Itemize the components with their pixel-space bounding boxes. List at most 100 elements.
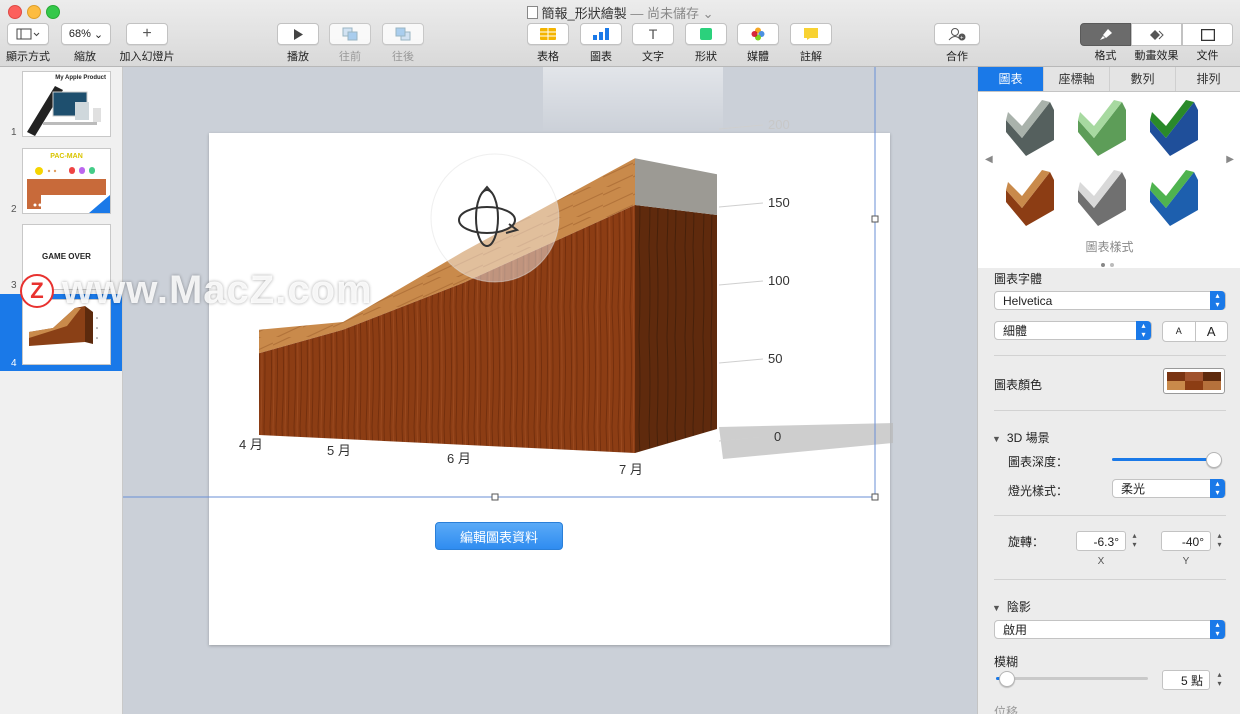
bring-forward[interactable]: 往前 [329,23,371,64]
chart[interactable]: 0 50 100 150 200 4 月 5 月 6 月 7 月 [123,67,977,714]
slide-number-3: 3 [11,280,17,291]
view-button[interactable] [7,23,49,45]
comment-button[interactable] [790,23,832,45]
slide-thumb-image-1: My Apple Product [22,71,111,137]
x-category-label: 7 月 [619,462,643,477]
slide-thumbnail-2[interactable]: PAC-MAN 2 [0,145,122,217]
chart-styles-label: 圖表樣式 [1085,240,1134,254]
font-weight-select[interactable]: 細體 ▴ ▾ [994,321,1152,340]
shadow-header[interactable]: ▼ 陰影 [992,598,1031,615]
rotation-x-stepper[interactable]: ▴ ▾ [1129,531,1140,551]
document-button[interactable] [1182,23,1233,46]
x-category-label: 6 月 [447,451,471,466]
tab-axis[interactable]: 座標軸 [1044,67,1110,91]
collaborate-icon: + [948,28,966,41]
chart-style-1[interactable] [1006,100,1054,156]
chart-style-6[interactable] [1150,170,1198,226]
add-slide[interactable]: + 加入幻燈片 [118,23,176,64]
collaborate-button[interactable]: + [934,23,980,45]
plus-icon: + [142,25,152,42]
chart-colors-picker[interactable] [1163,368,1225,394]
format-inspector: 圖表 座標軸 數列 排列 ◀ ▶ 圖表樣式 圖表字體 Helvetica ▴ ▾ … [977,67,1240,714]
insert-media[interactable]: 媒體 [737,23,779,64]
chart-style-5[interactable] [1078,170,1126,226]
blur-field[interactable]: 5 點 [1162,670,1210,690]
lighting-style-select[interactable]: 柔光 ▴ ▾ [1112,479,1226,498]
shadow-select[interactable]: 啟用 ▴ ▾ [994,620,1226,639]
add-slide-button[interactable]: + [126,23,168,45]
chart-depth-slider-knob[interactable] [1205,452,1222,468]
rotate-3d-control[interactable] [430,153,560,283]
table-button[interactable] [527,23,569,45]
comment-label: 註解 [800,51,822,63]
collaborate[interactable]: + 合作 [934,23,980,64]
send-backward[interactable]: 往後 [382,23,424,64]
zoom-button[interactable]: 68% ⌄ [61,23,111,45]
resize-handle[interactable] [871,215,879,223]
select-arrows-icon: ▴ ▾ [1210,620,1225,639]
disclosure-triangle-icon: ▼ [992,434,1001,444]
chart-style-3[interactable] [1150,100,1198,156]
pacman-game-image [27,167,110,213]
insert-chart[interactable]: 圖表 [580,23,622,64]
scene-3d-label: 3D 場景 [1006,431,1050,445]
blur-slider[interactable] [996,677,1148,680]
play[interactable]: 播放 [277,23,319,64]
disclosure-triangle-icon: ▼ [992,603,1001,613]
window-title-text: 簡報_形狀繪製 [541,6,627,21]
tab-series[interactable]: 數列 [1110,67,1176,91]
wood-color-swatch [1167,372,1221,390]
chevron-down-icon[interactable]: ⌄ [699,6,714,21]
chart-style-4[interactable] [1006,170,1054,226]
view-menu[interactable]: 顯示方式 [6,23,50,64]
media-button[interactable] [737,23,779,45]
insert-text[interactable]: T 文字 [632,23,674,64]
add-slide-label: 加入幻燈片 [119,51,175,63]
chart-font-label: 圖表字體 [994,272,1043,286]
font-family-value: Helvetica [1003,294,1053,308]
text-button[interactable]: T [632,23,674,45]
slide-thumbnail-1[interactable]: My Apple Product 1 [0,68,122,140]
format-button[interactable] [1080,23,1131,46]
tab-arrange[interactable]: 排列 [1176,67,1240,91]
paintbrush-icon [1099,29,1112,40]
edit-chart-data-button[interactable]: 編輯圖表資料 [435,522,563,550]
chart-depth-label: 圖表深度： [1008,455,1069,469]
font-family-select[interactable]: Helvetica ▴ ▾ [994,291,1226,310]
bring-forward-button[interactable] [329,23,371,45]
insert-table[interactable]: 表格 [527,23,569,64]
animate-button[interactable] [1131,23,1182,46]
insert-comment[interactable]: 註解 [790,23,832,64]
rotation-x-field[interactable]: -6.3° [1076,531,1126,551]
scene-3d-header[interactable]: ▼ 3D 場景 [992,429,1050,446]
insert-shape[interactable]: 形狀 [685,23,727,64]
play-button[interactable] [277,23,319,45]
save-status[interactable]: — 尚未儲存 [630,6,699,21]
resize-handle[interactable] [491,493,499,501]
y-tick-label: 0 [774,429,781,444]
select-arrows-icon: ▴ ▾ [1210,291,1225,310]
shape-button[interactable] [685,23,727,45]
chart-gridline [718,358,764,364]
animation-icon [1149,29,1164,40]
rotation-y-field[interactable]: -40° [1161,531,1211,551]
rotation-y-stepper[interactable]: ▴ ▾ [1214,531,1225,551]
x-category-label: 5 月 [327,443,351,458]
sidebar-icon [16,28,40,40]
increase-font-button[interactable]: A [1196,322,1228,341]
y-tick-label: 50 [768,351,782,366]
lighting-style-value: 柔光 [1121,482,1146,496]
blur-stepper[interactable]: ▴ ▾ [1214,670,1225,690]
tab-chart[interactable]: 圖表 [978,67,1044,91]
slide-canvas[interactable]: 0 50 100 150 200 4 月 5 月 6 月 7 月 編輯圖表資料 [123,67,977,714]
chart-style-2[interactable] [1078,100,1126,156]
chart-axis-ticks: 0 50 100 150 200 [718,117,790,444]
zoom-value: 68% [68,28,91,40]
shape-label: 形狀 [695,51,717,63]
blur-slider-knob[interactable] [998,671,1015,687]
zoom-menu[interactable]: 68% ⌄ 縮放 [61,23,111,64]
decrease-font-button[interactable]: A [1163,322,1196,341]
resize-handle[interactable] [871,493,879,501]
send-backward-button[interactable] [382,23,424,45]
chart-button[interactable] [580,23,622,45]
